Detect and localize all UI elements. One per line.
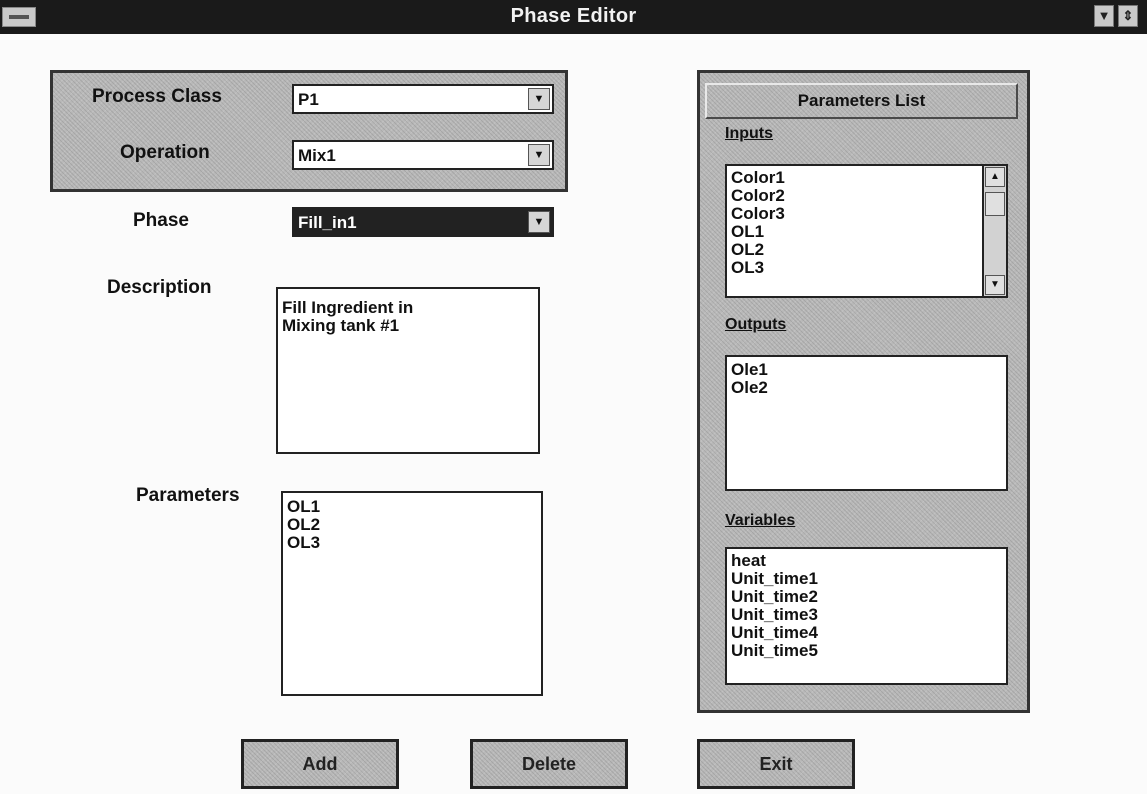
- dropdown-arrow-icon[interactable]: ▼: [528, 144, 550, 166]
- list-item[interactable]: Ole1: [727, 361, 1006, 379]
- phase-select[interactable]: Fill_in1 ▼: [292, 207, 554, 237]
- process-class-select[interactable]: P1 ▼: [292, 84, 554, 114]
- outputs-listbox[interactable]: Ole1 Ole2: [725, 355, 1008, 491]
- add-button[interactable]: Add: [241, 739, 399, 789]
- list-item[interactable]: Color1: [727, 169, 1006, 187]
- operation-label: Operation: [120, 142, 210, 163]
- list-item[interactable]: Unit_time1: [727, 570, 1006, 588]
- parameters-list-title: Parameters List: [705, 83, 1018, 119]
- list-item[interactable]: OL2: [283, 516, 541, 534]
- description-textarea[interactable]: Fill Ingredient in Mixing tank #1: [276, 287, 540, 454]
- list-item[interactable]: Color3: [727, 205, 1006, 223]
- operation-select[interactable]: Mix1 ▼: [292, 140, 554, 170]
- list-item[interactable]: OL3: [727, 259, 1006, 277]
- dropdown-arrow-icon[interactable]: ▼: [528, 211, 550, 233]
- description-line: Mixing tank #1: [282, 316, 400, 335]
- variables-listbox[interactable]: heat Unit_time1 Unit_time2 Unit_time3 Un…: [725, 547, 1008, 685]
- description-line: Fill Ingredient in: [282, 298, 414, 317]
- dropdown-arrow-icon[interactable]: ▼: [528, 88, 550, 110]
- list-item[interactable]: Ole2: [727, 379, 1006, 397]
- delete-button[interactable]: Delete: [470, 739, 628, 789]
- title-bar: Phase Editor ▼ ⇕: [0, 0, 1147, 34]
- scroll-up-icon[interactable]: ▲: [985, 167, 1005, 187]
- maximize-icon[interactable]: ⇕: [1118, 5, 1138, 27]
- list-item[interactable]: Color2: [727, 187, 1006, 205]
- variables-label: Variables: [725, 512, 796, 529]
- phase-label: Phase: [133, 210, 189, 231]
- list-item[interactable]: Unit_time5: [727, 642, 1006, 660]
- inputs-listbox[interactable]: Color1 Color2 Color3 OL1 OL2 OL3 ▲ ▼: [725, 164, 1008, 298]
- operation-value: Mix1: [298, 146, 336, 165]
- list-item[interactable]: Unit_time4: [727, 624, 1006, 642]
- parameters-listbox[interactable]: OL1 OL2 OL3: [281, 491, 543, 696]
- list-item[interactable]: Unit_time3: [727, 606, 1006, 624]
- description-label: Description: [107, 277, 212, 298]
- process-class-label: Process Class: [92, 86, 222, 107]
- list-item[interactable]: OL1: [283, 498, 541, 516]
- outputs-label: Outputs: [725, 316, 787, 333]
- list-item[interactable]: heat: [727, 552, 1006, 570]
- minimize-icon[interactable]: ▼: [1094, 5, 1114, 27]
- list-item[interactable]: OL3: [283, 534, 541, 552]
- process-class-value: P1: [298, 90, 319, 109]
- inputs-scrollbar[interactable]: ▲ ▼: [982, 166, 1006, 296]
- exit-button[interactable]: Exit: [697, 739, 855, 789]
- inputs-label: Inputs: [725, 125, 773, 142]
- window-title: Phase Editor: [510, 5, 637, 27]
- scroll-down-icon[interactable]: ▼: [985, 275, 1005, 295]
- phase-value: Fill_in1: [298, 213, 357, 233]
- scroll-thumb[interactable]: [985, 192, 1005, 216]
- list-item[interactable]: OL1: [727, 223, 1006, 241]
- parameters-label: Parameters: [136, 485, 240, 506]
- list-item[interactable]: Unit_time2: [727, 588, 1006, 606]
- list-item[interactable]: OL2: [727, 241, 1006, 259]
